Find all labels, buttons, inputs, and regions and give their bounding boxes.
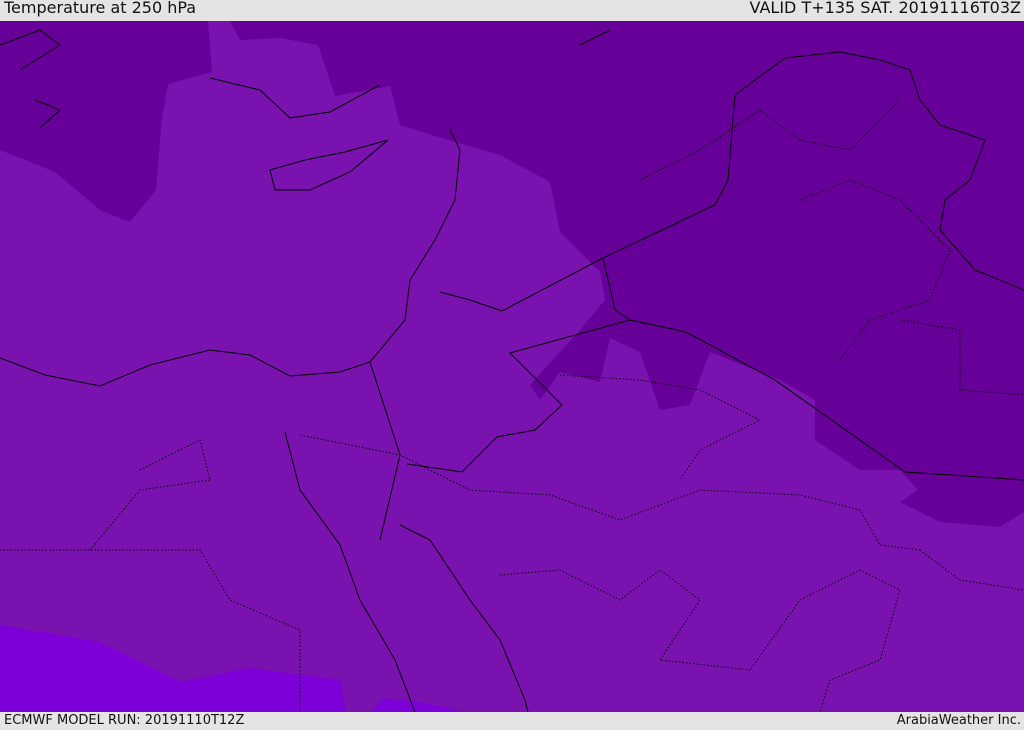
footer-bar: ECMWF MODEL RUN: 20191110T12Z ArabiaWeat…	[0, 712, 1024, 729]
map-title: Temperature at 250 hPa	[4, 0, 197, 17]
model-run: ECMWF MODEL RUN: 20191110T12Z	[4, 713, 245, 728]
credit: ArabiaWeather Inc.	[896, 713, 1021, 728]
valid-time: VALID T+135 SAT. 20191116T03Z	[749, 0, 1021, 17]
temperature-map	[0, 21, 1024, 712]
header-bar: Temperature at 250 hPa VALID T+135 SAT. …	[0, 0, 1024, 21]
